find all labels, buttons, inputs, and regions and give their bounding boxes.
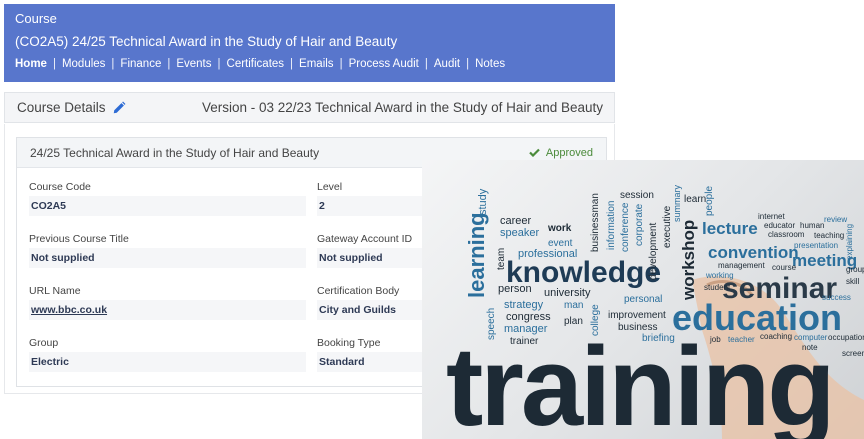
wc-word: information <box>606 201 617 250</box>
status-label: Approved <box>545 146 593 159</box>
wc-word: trainer <box>510 336 539 347</box>
wc-word: learn <box>684 194 706 205</box>
course-nav: Home | Modules | Finance | Events | Certificates… <box>15 58 506 70</box>
wc-word: seminar <box>722 272 837 305</box>
nav-process-audit[interactable]: Process Audit <box>349 58 419 70</box>
wc-word-training: training <box>446 324 833 439</box>
wc-word: session <box>620 190 654 201</box>
wc-word: lecture <box>702 219 758 238</box>
wc-word: review <box>824 215 847 224</box>
wc-word: strategy <box>504 299 544 311</box>
course-card-name: 24/25 Technical Award in the Study of Ha… <box>30 145 320 160</box>
field-value: CO2A5 <box>29 196 306 216</box>
course-header: Course (CO2A5) 24/25 Technical Award in … <box>4 4 615 82</box>
wc-word: learning <box>464 212 489 298</box>
wc-word: team <box>496 248 507 270</box>
wc-word: man <box>564 300 583 311</box>
wc-word: computer <box>794 333 828 342</box>
wc-word: internet <box>758 212 785 221</box>
field-label: URL Name <box>29 285 81 297</box>
field-value: Electric <box>29 352 306 372</box>
field-previous-title: Previous Course Title Not supplied <box>29 233 306 268</box>
wc-word: group <box>846 265 864 274</box>
training-wordcloud-image: training knowledge education seminar con… <box>422 160 864 439</box>
wc-word: human <box>800 221 824 230</box>
field-label: Previous Course Title <box>29 233 129 245</box>
field-group: Group Electric <box>29 337 306 372</box>
wc-word: presentation <box>794 241 838 250</box>
wc-word: work <box>547 223 572 234</box>
wc-word: working <box>705 271 734 280</box>
nav-home[interactable]: Home <box>15 58 47 70</box>
course-title: (CO2A5) 24/25 Technical Award in the Stu… <box>15 34 398 49</box>
wc-word: personal <box>624 294 662 305</box>
wc-word: coaching <box>760 332 792 341</box>
status-badge: Approved <box>529 147 593 159</box>
version-text: Version - 03 22/23 Technical Award in th… <box>201 100 603 115</box>
wc-word: improvement <box>608 310 666 321</box>
course-details-bar: Course Details Version - 03 22/23 Techni… <box>4 92 615 123</box>
edit-pencil-icon[interactable] <box>112 101 126 115</box>
wordcloud-svg: training knowledge education seminar con… <box>446 184 864 439</box>
wc-word: course <box>772 263 797 272</box>
wc-word: occupation <box>828 333 864 342</box>
wc-word: classroom <box>768 230 805 239</box>
wc-word: corporate <box>634 203 645 246</box>
wc-word: student <box>704 283 731 292</box>
header-label: Course <box>15 11 57 26</box>
nav-events[interactable]: Events <box>176 58 211 70</box>
nav-emails[interactable]: Emails <box>299 58 334 70</box>
wc-word: teacher <box>728 335 755 344</box>
wc-word: congress <box>506 311 551 323</box>
nav-audit[interactable]: Audit <box>434 58 460 70</box>
wc-word: manager <box>504 323 548 335</box>
wc-word: management <box>718 261 765 270</box>
wc-word: plan <box>564 316 583 327</box>
wc-word: briefing <box>642 333 675 344</box>
field-label: Course Code <box>29 181 91 193</box>
wc-word: success <box>822 293 851 302</box>
wc-word: workshop <box>679 220 698 301</box>
wc-word: professional <box>518 248 577 260</box>
wc-word: speech <box>486 308 497 340</box>
nav-notes[interactable]: Notes <box>475 58 505 70</box>
field-course-code: Course Code CO2A5 <box>29 181 306 216</box>
wc-word: people <box>704 186 715 216</box>
nav-finance[interactable]: Finance <box>120 58 161 70</box>
wc-word: convention <box>708 243 799 262</box>
wc-word: person <box>498 283 532 295</box>
nav-modules[interactable]: Modules <box>62 58 105 70</box>
wc-word: screen <box>842 349 864 358</box>
wc-word: summary <box>672 184 682 222</box>
url-link[interactable]: www.bbc.co.uk <box>29 300 306 320</box>
field-value: Not supplied <box>29 248 306 268</box>
wc-word: development <box>648 223 659 280</box>
wc-word: skill <box>846 277 860 286</box>
nav-certificates[interactable]: Certificates <box>227 58 285 70</box>
wc-word: conference <box>620 202 631 252</box>
field-label: Group <box>29 337 59 349</box>
wc-word: note <box>802 343 818 352</box>
wc-word: educator <box>764 221 795 230</box>
course-details-heading: Course Details <box>17 100 106 115</box>
wc-word: businessman <box>590 193 601 252</box>
wc-word: explaining <box>845 224 854 260</box>
wc-word: business <box>618 322 657 333</box>
wc-word: university <box>544 287 591 299</box>
wc-word: college <box>590 304 601 336</box>
wc-word: teaching <box>814 231 844 240</box>
check-icon <box>529 148 540 157</box>
wc-word: career <box>500 215 532 227</box>
wc-word: job <box>709 335 721 344</box>
wc-word: speaker <box>500 227 539 239</box>
field-url-name: URL Name www.bbc.co.uk <box>29 285 306 320</box>
wc-word: study <box>477 188 489 215</box>
